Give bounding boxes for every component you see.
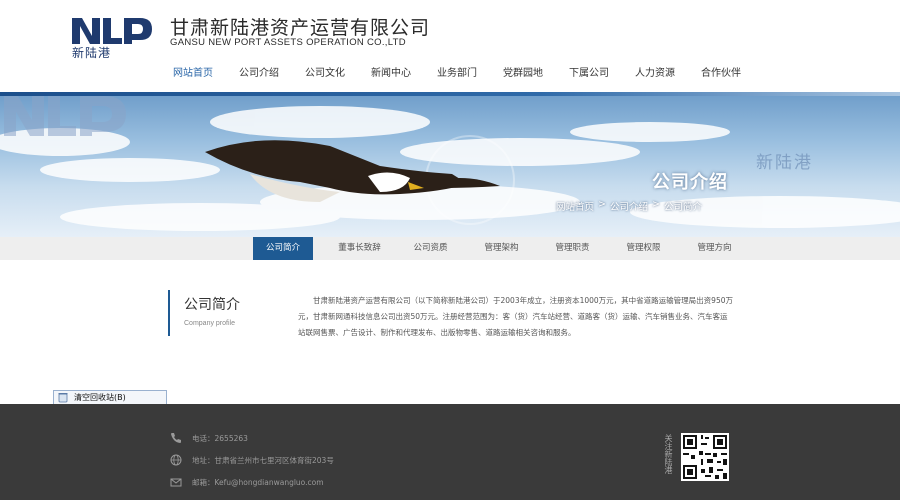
footer-phone: 电话：2655263	[170, 432, 248, 444]
phone-icon	[171, 433, 181, 443]
nav-item-party[interactable]: 党群园地	[490, 64, 556, 84]
tab-company-profile[interactable]: 公司简介	[253, 237, 313, 260]
recycle-bin-icon	[58, 393, 68, 403]
breadcrumb-about[interactable]: 公司介绍	[610, 199, 648, 213]
site-footer	[0, 404, 900, 500]
globe-icon	[170, 454, 182, 466]
breadcrumb-profile[interactable]: 公司简介	[664, 199, 702, 213]
footer-email-text[interactable]: 邮箱：Kefu@hongdianwangluo.com	[192, 477, 324, 488]
section-heading: 公司简介 Company profile	[168, 290, 248, 336]
qr-code-icon	[681, 433, 729, 481]
tab-chairman-speech[interactable]: 董事长致辞	[324, 237, 395, 260]
breadcrumb-separator: >	[652, 199, 660, 210]
main-nav: 网站首页 公司介绍 公司文化 新闻中心 业务部门 党群园地 下属公司 人力资源 …	[160, 64, 754, 84]
nav-active-indicator	[182, 82, 194, 97]
page-root: { "header": { "logo_sub": "新陆港", "compan…	[0, 0, 900, 500]
nav-item-about[interactable]: 公司介绍	[226, 64, 292, 84]
article-paragraph: 甘肃新陆港资产运营有限公司（以下简称新陆港公司）于2003年成立，注册资本100…	[298, 296, 733, 337]
nav-item-partners[interactable]: 合作伙伴	[688, 64, 754, 84]
footer-email: 邮箱：Kefu@hongdianwangluo.com	[170, 476, 324, 488]
tab-qualifications[interactable]: 公司资质	[395, 237, 466, 260]
nav-item-news[interactable]: 新闻中心	[358, 64, 424, 84]
company-name-en: GANSU NEW PORT ASSETS OPERATION CO.,LTD	[170, 37, 406, 48]
menu-item-label: 清空回收站(B)	[74, 393, 126, 402]
tab-structure[interactable]: 管理架构	[466, 237, 537, 260]
tab-direction[interactable]: 管理方向	[679, 237, 750, 260]
section-title: 公司简介	[184, 297, 240, 313]
article-body: 甘肃新陆港资产运营有限公司（以下简称新陆港公司）于2003年成立，注册资本100…	[298, 293, 734, 341]
hero-banner: 新陆港 公司介绍 网站首页 > 公司介绍 > 公司简介	[0, 92, 900, 237]
breadcrumb-separator: >	[598, 199, 606, 210]
nav-item-home[interactable]: 网站首页	[160, 64, 226, 84]
nav-item-culture[interactable]: 公司文化	[292, 64, 358, 84]
nav-item-hr[interactable]: 人力资源	[622, 64, 688, 84]
banner-title: 公司介绍	[652, 172, 728, 193]
logo-subtitle: 新陆港	[72, 46, 112, 60]
tab-authority[interactable]: 管理权限	[608, 237, 679, 260]
empty-recycle-bin-menu-item[interactable]: 清空回收站(B)	[53, 390, 167, 405]
footer-address-text: 地址：甘肃省兰州市七里河区体育街203号	[192, 455, 334, 465]
site-header: 新陆港 甘肃新陆港资产运营有限公司 GANSU NEW PORT ASSETS …	[0, 0, 900, 97]
nav-item-business[interactable]: 业务部门	[424, 64, 490, 84]
watermark-logo-icon	[4, 96, 126, 136]
sub-nav: 公司简介 董事长致辞 公司资质 管理架构 管理职责 管理权限 管理方向	[0, 237, 900, 260]
breadcrumb-home[interactable]: 网站首页	[556, 199, 594, 213]
mail-icon	[170, 478, 182, 487]
section-subtitle: Company profile	[184, 320, 235, 327]
footer-address: 地址：甘肃省兰州市七里河区体育街203号	[170, 454, 334, 466]
qr-label: 关注新陆港	[664, 434, 673, 474]
watermark-text: 新陆港	[756, 153, 813, 173]
breadcrumb: 网站首页 > 公司介绍 > 公司简介	[556, 199, 702, 213]
nav-item-subsidiaries[interactable]: 下属公司	[556, 64, 622, 84]
tab-responsibilities[interactable]: 管理职责	[537, 237, 608, 260]
company-name-cn: 甘肃新陆港资产运营有限公司	[170, 17, 431, 39]
footer-phone-text: 电话：2655263	[192, 433, 248, 443]
